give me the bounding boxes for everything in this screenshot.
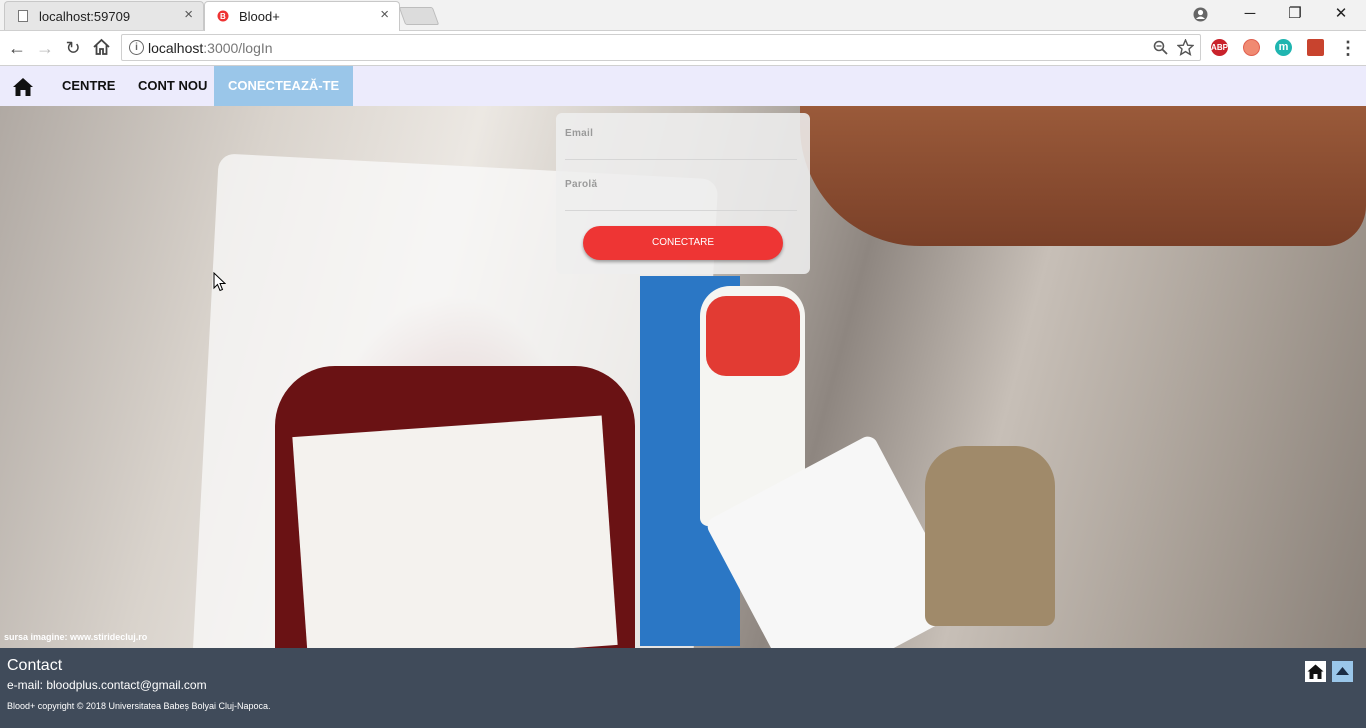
image-credit: sursa imagine: www.stiridecluj.ro [4, 632, 148, 642]
back-icon[interactable]: ← [6, 37, 28, 59]
login-button[interactable]: CONECTARE [583, 226, 783, 260]
email-field[interactable] [565, 159, 797, 160]
restore-button[interactable]: ❐ [1272, 0, 1318, 30]
profile-icon[interactable] [1193, 7, 1208, 22]
hero-bag-label-shape [292, 415, 618, 648]
hero-jar-shape [925, 446, 1055, 626]
extension-icon[interactable] [1243, 39, 1260, 56]
nav-cont-nou[interactable]: CONT NOU [138, 66, 207, 106]
forward-icon[interactable]: → [34, 37, 56, 59]
tab-close-button[interactable]: × [380, 7, 389, 23]
footer-home-icon[interactable] [1305, 661, 1326, 682]
reload-icon[interactable]: ↻ [62, 37, 84, 59]
hero-bottle-label-shape [706, 296, 800, 376]
footer: Contact e-mail: bloodplus.contact@gmail.… [0, 648, 1366, 728]
app-navbar: CENTRE CONT NOU CONECTEAZĂ-TE [0, 66, 1366, 106]
mouse-cursor-icon [213, 272, 226, 292]
nav-conecteaza-te[interactable]: CONECTEAZĂ-TE [214, 66, 354, 106]
site-info-icon[interactable]: i [129, 40, 144, 55]
browser-tab-bar: localhost:59709 × B Blood+ × ─ ❐ ✕ [0, 0, 1366, 31]
tab-title: localhost:59709 [39, 9, 131, 24]
login-form: Email Parolă CONECTARE [556, 113, 810, 274]
browser-tab-bloodplus[interactable]: B Blood+ × [204, 1, 400, 31]
email-field-label: Email [565, 128, 594, 139]
home-icon[interactable] [92, 38, 111, 56]
home-nav-icon[interactable] [12, 76, 34, 98]
svg-text:B: B [220, 12, 226, 21]
zoom-icon[interactable] [1153, 40, 1168, 55]
hero-arm-shape [800, 106, 1366, 246]
adblock-plus-icon[interactable]: ABP [1211, 39, 1228, 56]
minimize-button[interactable]: ─ [1227, 0, 1273, 30]
close-window-button[interactable]: ✕ [1318, 0, 1364, 30]
scroll-to-top-icon[interactable] [1332, 661, 1353, 682]
address-bar[interactable]: i localhost:3000/logIn [121, 34, 1201, 61]
browser-toolbar: ← → ↻ i localhost:3000/logIn ABP m ⋮ [0, 31, 1366, 66]
menu-kebab-icon[interactable]: ⋮ [1337, 37, 1359, 59]
extension-m-icon[interactable]: m [1275, 39, 1292, 56]
tab-close-button[interactable]: × [184, 7, 193, 23]
page-icon [18, 10, 28, 22]
bookmark-star-icon[interactable] [1177, 39, 1194, 56]
extension-red-icon[interactable] [1307, 39, 1324, 56]
password-field-label: Parolă [565, 179, 598, 190]
new-tab-button[interactable] [398, 7, 440, 25]
tab-title: Blood+ [239, 9, 280, 24]
address-url[interactable]: localhost:3000/logIn [148, 40, 273, 56]
footer-heading: Contact [7, 657, 63, 674]
footer-copyright: Blood+ copyright © 2018 Universitatea Ba… [7, 701, 271, 711]
bloodplus-favicon-icon: B [217, 10, 229, 22]
password-field[interactable] [565, 210, 797, 211]
browser-tab-localhost[interactable]: localhost:59709 × [4, 1, 204, 30]
footer-email[interactable]: e-mail: bloodplus.contact@gmail.com [7, 678, 207, 692]
nav-centre[interactable]: CENTRE [62, 66, 115, 106]
